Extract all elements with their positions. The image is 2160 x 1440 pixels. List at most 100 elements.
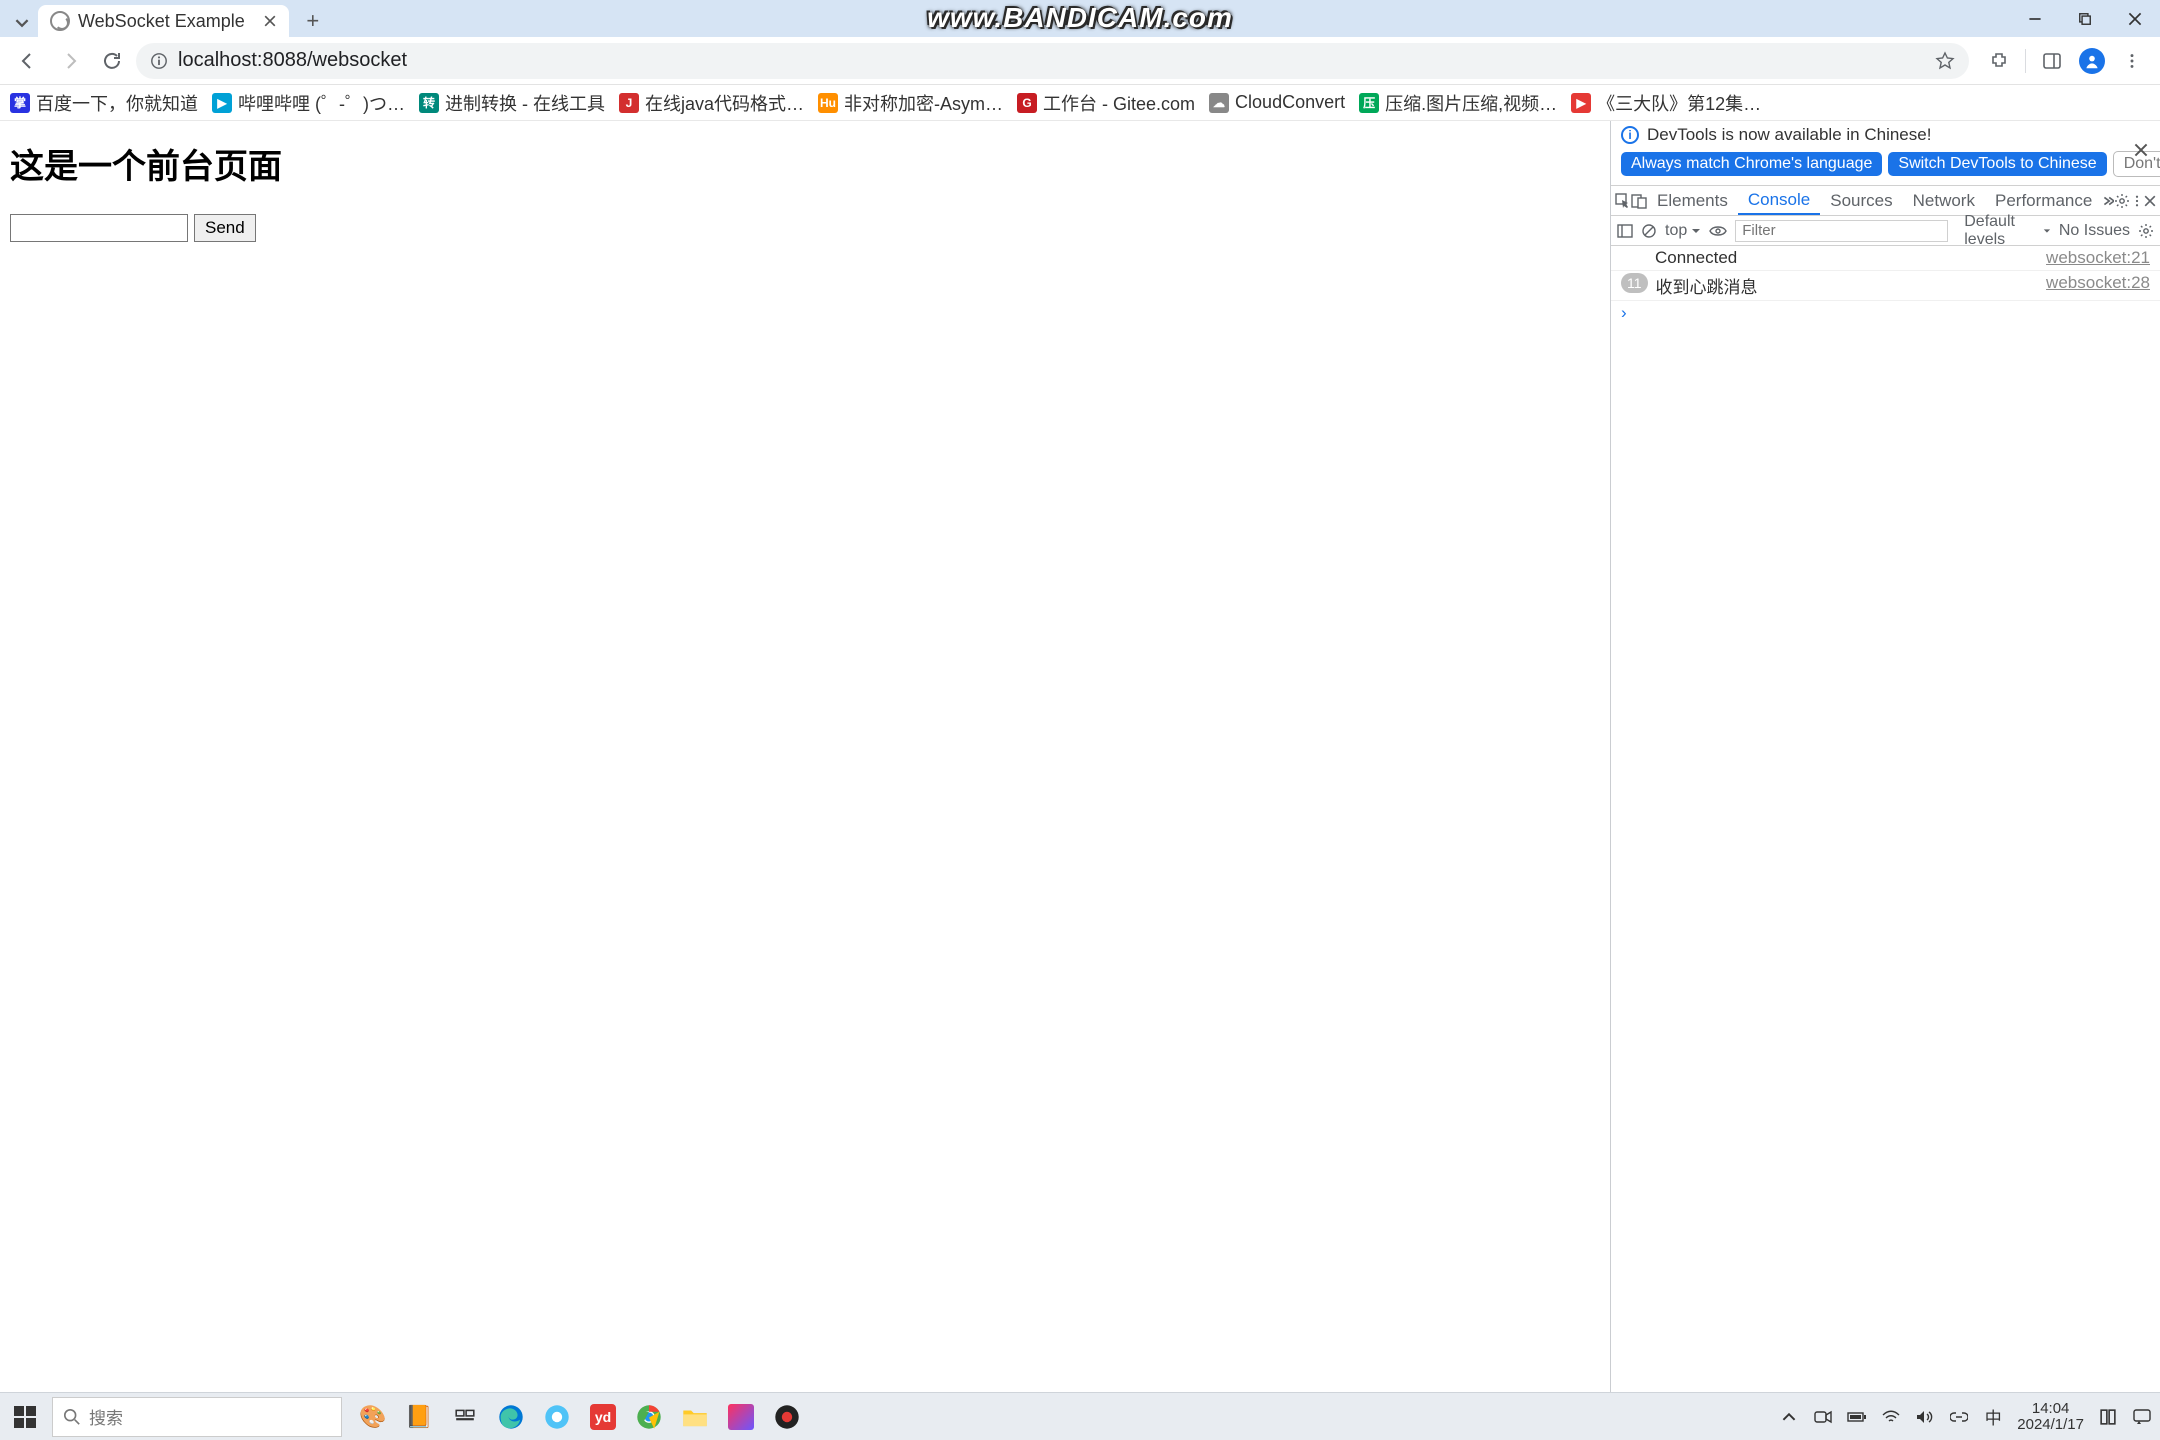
devtools-close-icon[interactable] — [2144, 186, 2156, 215]
minimize-button[interactable] — [2010, 0, 2060, 37]
bookmark-item[interactable]: J在线java代码格式… — [619, 90, 804, 116]
log-levels-selector[interactable]: Default levels — [1964, 213, 2051, 249]
bookmark-item[interactable]: 掌百度一下，你就知道 — [10, 90, 198, 116]
devtools-menu-icon[interactable] — [2130, 186, 2144, 215]
more-tabs-icon[interactable] — [2102, 186, 2114, 215]
tray-chevron-icon[interactable] — [1779, 1407, 1799, 1427]
devtools-settings-icon[interactable] — [2114, 186, 2130, 215]
live-expression-icon[interactable] — [1709, 224, 1727, 238]
taskbar-app-browser2[interactable] — [536, 1396, 578, 1438]
banner-close-icon[interactable] — [2130, 139, 2152, 161]
close-window-button[interactable] — [2110, 0, 2160, 37]
bookmark-item[interactable]: G 工作台 - Gitee.com — [1017, 90, 1195, 116]
clear-console-icon[interactable] — [1641, 223, 1657, 239]
bookmark-favicon: ▶ — [1571, 93, 1591, 113]
new-tab-button[interactable]: + — [297, 5, 329, 37]
bookmark-label: 百度一下，你就知道 — [36, 90, 198, 116]
site-info-icon[interactable] — [150, 52, 168, 70]
console-filter-input[interactable] — [1735, 220, 1948, 242]
tray-clock[interactable]: 14:04 2024/1/17 — [2017, 1401, 2084, 1433]
devtools-panel: i DevTools is now available in Chinese! … — [1610, 121, 2160, 1392]
taskbar-app-explorer[interactable] — [674, 1396, 716, 1438]
bookmark-item[interactable]: ☁ CloudConvert — [1209, 92, 1345, 113]
inspect-element-icon[interactable] — [1615, 186, 1631, 215]
send-button[interactable]: Send — [194, 214, 256, 242]
taskbar-search[interactable]: 搜索 — [52, 1397, 342, 1437]
bookmark-label: CloudConvert — [1235, 92, 1345, 113]
tray-meet-icon[interactable] — [1813, 1407, 1833, 1427]
chrome-menu-icon[interactable] — [2114, 43, 2150, 79]
close-tab-icon[interactable] — [261, 12, 279, 30]
console-prompt[interactable]: › — [1611, 301, 2160, 325]
log-message: 收到心跳消息 — [1656, 273, 2047, 298]
devtools-tab-network[interactable]: Network — [1903, 186, 1985, 215]
log-source-link[interactable]: websocket:28 — [2046, 273, 2150, 293]
profile-avatar[interactable] — [2074, 43, 2110, 79]
tray-link-icon[interactable] — [1949, 1407, 1969, 1427]
maximize-button[interactable] — [2060, 0, 2110, 37]
side-panel-icon[interactable] — [2034, 43, 2070, 79]
url-field[interactable]: localhost:8088/websocket — [136, 43, 1969, 79]
bookmark-item[interactable]: ▶ 哔哩哔哩 (゜-゜)つ… — [212, 90, 405, 116]
back-button[interactable] — [10, 43, 46, 79]
log-message: Connected — [1655, 248, 2046, 268]
search-icon — [63, 1408, 81, 1426]
console-context-selector[interactable]: top — [1665, 222, 1701, 240]
windows-taskbar: 搜索 🎨 📙 yd 中 14:04 2024/1/17 — [0, 1392, 2160, 1440]
devtools-tab-performance[interactable]: Performance — [1985, 186, 2102, 215]
taskbar-app-chrome[interactable] — [628, 1396, 670, 1438]
console-settings-icon[interactable] — [2138, 223, 2154, 239]
extensions-icon[interactable] — [1981, 43, 2017, 79]
message-input[interactable] — [10, 214, 188, 242]
bookmark-item[interactable]: Hu 非对称加密-Asym… — [818, 90, 1003, 116]
bookmark-item[interactable]: 压压缩.图片压缩,视频… — [1359, 90, 1557, 116]
tab-search-dropdown[interactable] — [8, 9, 36, 37]
banner-always-button[interactable]: Always match Chrome's language — [1621, 152, 1882, 176]
taskbar-app-bandicam[interactable] — [766, 1396, 808, 1438]
bookmark-favicon: ☁ — [1209, 93, 1229, 113]
taskbar-app-files[interactable]: 📙 — [398, 1396, 440, 1438]
taskbar-app-taskview[interactable] — [444, 1396, 486, 1438]
bookmark-label: 进制转换 - 在线工具 — [445, 90, 605, 116]
devtools-tab-elements[interactable]: Elements — [1647, 186, 1738, 215]
bookmark-label: 工作台 - Gitee.com — [1043, 90, 1195, 116]
tray-wifi-icon[interactable] — [1881, 1407, 1901, 1427]
devtools-tab-console[interactable]: Console — [1738, 186, 1820, 215]
reload-button[interactable] — [94, 43, 130, 79]
taskbar-app-idea[interactable] — [720, 1396, 762, 1438]
bookmark-favicon: Hu — [818, 93, 838, 113]
address-bar: localhost:8088/websocket — [0, 37, 2160, 85]
console-sidebar-toggle-icon[interactable] — [1617, 223, 1633, 239]
log-count-badge: 11 — [1621, 273, 1648, 293]
tray-notifications-icon[interactable] — [2132, 1407, 2152, 1427]
issues-counter[interactable]: No Issues — [2059, 222, 2130, 240]
banner-switch-button[interactable]: Switch DevTools to Chinese — [1888, 152, 2106, 176]
bookmark-favicon: G — [1017, 93, 1037, 113]
device-toolbar-icon[interactable] — [1631, 186, 1647, 215]
tray-ime-mode[interactable]: 中 — [1983, 1407, 2003, 1427]
bookmark-favicon: ▶ — [212, 93, 232, 113]
forward-button[interactable] — [52, 43, 88, 79]
console-output[interactable]: Connectedwebsocket:2111收到心跳消息websocket:2… — [1611, 246, 2160, 1392]
console-log-row: Connectedwebsocket:21 — [1611, 246, 2160, 271]
bookmark-star-icon[interactable] — [1935, 51, 1955, 71]
taskbar-app-youdao[interactable]: yd — [582, 1396, 624, 1438]
bookmark-item[interactable]: 转进制转换 - 在线工具 — [419, 90, 605, 116]
tray-app-icon[interactable] — [2098, 1407, 2118, 1427]
bookmark-item[interactable]: ▶《三大队》第12集… — [1571, 90, 1761, 116]
bookmark-favicon: 压 — [1359, 93, 1379, 113]
bandicam-watermark: www.BANDICAM.com — [927, 2, 1233, 34]
divider — [2025, 49, 2026, 73]
bookmark-favicon: 转 — [419, 93, 439, 113]
tray-volume-icon[interactable] — [1915, 1407, 1935, 1427]
tray-battery-icon[interactable] — [1847, 1407, 1867, 1427]
devtools-tab-sources[interactable]: Sources — [1820, 186, 1902, 215]
taskbar-app-edge[interactable] — [490, 1396, 532, 1438]
start-button[interactable] — [0, 1393, 50, 1440]
clock-time: 14:04 — [2017, 1401, 2084, 1417]
taskbar-app-paint[interactable]: 🎨 — [352, 1396, 394, 1438]
bookmark-label: 非对称加密-Asym… — [844, 90, 1003, 116]
browser-tab[interactable]: WebSocket Example — [38, 5, 289, 37]
bookmark-label: 哔哩哔哩 (゜-゜)つ… — [238, 90, 405, 116]
log-source-link[interactable]: websocket:21 — [2046, 248, 2150, 268]
